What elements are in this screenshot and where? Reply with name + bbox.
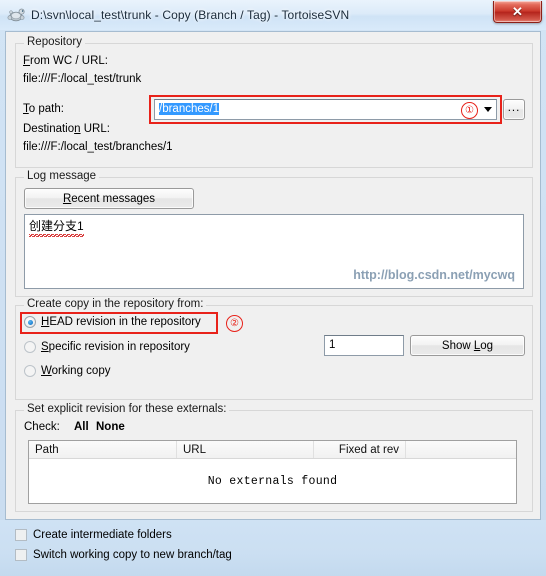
- check-all-link[interactable]: All: [74, 421, 89, 433]
- close-button[interactable]: ✕: [493, 1, 542, 23]
- externals-table[interactable]: Path URL Fixed at rev No externals found: [28, 440, 517, 504]
- log-message-text: 创建分支1: [29, 217, 84, 237]
- window-title: D:\svn\local_test\trunk - Copy (Branch /…: [31, 8, 350, 22]
- column-header-fixed-at-rev[interactable]: Fixed at rev: [314, 441, 406, 458]
- checkbox-create-intermediate-folders-box: [15, 529, 27, 541]
- to-path-label: To path:: [23, 103, 64, 115]
- log-message-group-label: Log message: [24, 170, 100, 182]
- radio-head-revision[interactable]: HEAD revision in the repository: [24, 316, 201, 328]
- from-wc-url-value: file:///F:/local_test/trunk: [23, 73, 142, 85]
- checkbox-switch-working-copy[interactable]: Switch working copy to new branch/tag: [15, 549, 232, 561]
- externals-group-label: Set explicit revision for these external…: [24, 403, 230, 415]
- title-bar: D:\svn\local_test\trunk - Copy (Branch /…: [0, 0, 546, 30]
- checkbox-switch-working-copy-box: [15, 549, 27, 561]
- destination-url-value: file:///F:/local_test/branches/1: [23, 141, 173, 153]
- show-log-button[interactable]: Show Log: [410, 335, 525, 356]
- show-log-label: Show Log: [441, 339, 494, 352]
- column-header-path[interactable]: Path: [29, 441, 177, 458]
- watermark-text: http://blog.csdn.net/mycwq: [353, 268, 515, 282]
- radio-working-copy-label: Working copy: [41, 365, 111, 377]
- repository-group-label: Repository: [24, 36, 85, 48]
- destination-url-label: Destination URL:: [23, 123, 110, 135]
- radio-specific-revision[interactable]: Specific revision in repository: [24, 341, 190, 353]
- externals-empty-text: No externals found: [207, 475, 338, 488]
- log-message-textarea[interactable]: 创建分支1 http://blog.csdn.net/mycwq: [24, 214, 524, 289]
- checkbox-switch-working-copy-label: Switch working copy to new branch/tag: [33, 549, 232, 561]
- dialog-footer: Create intermediate folders Switch worki…: [0, 520, 546, 576]
- recent-messages-label: Recent messages: [62, 192, 156, 205]
- to-path-combo[interactable]: /branches/1: [154, 99, 497, 120]
- column-header-url[interactable]: URL: [177, 441, 314, 458]
- tortoisesvn-copy-dialog: D:\svn\local_test\trunk - Copy (Branch /…: [0, 0, 546, 576]
- radio-head-revision-label: HEAD revision in the repository: [41, 316, 201, 328]
- dialog-client-area: Repository From WC / URL: file:///F:/loc…: [5, 31, 541, 520]
- externals-table-header: Path URL Fixed at rev: [29, 441, 516, 459]
- radio-working-copy[interactable]: Working copy: [24, 365, 110, 377]
- radio-working-copy-indicator: [24, 365, 36, 377]
- checkbox-create-intermediate-folders-label: Create intermediate folders: [33, 529, 172, 541]
- radio-specific-revision-indicator: [24, 341, 36, 353]
- radio-specific-revision-label: Specific revision in repository: [41, 341, 190, 353]
- checkbox-create-intermediate-folders[interactable]: Create intermediate folders: [15, 529, 172, 541]
- externals-check-label: Check:: [24, 421, 60, 433]
- to-path-dropdown-arrow[interactable]: [484, 107, 492, 112]
- create-copy-group-label: Create copy in the repository from:: [24, 298, 207, 310]
- column-header-spacer[interactable]: [406, 441, 516, 458]
- check-none-link[interactable]: None: [96, 421, 125, 433]
- radio-head-revision-indicator: [24, 316, 36, 328]
- browse-button[interactable]: ...: [503, 99, 525, 120]
- revision-input[interactable]: 1: [324, 335, 404, 356]
- close-icon: ✕: [512, 4, 523, 19]
- to-path-value: /branches/1: [159, 103, 220, 115]
- from-wc-url-label: From WC / URL:: [23, 55, 108, 67]
- recent-messages-button[interactable]: Recent messages: [24, 188, 194, 209]
- tortoisesvn-turtle-icon: [5, 4, 27, 26]
